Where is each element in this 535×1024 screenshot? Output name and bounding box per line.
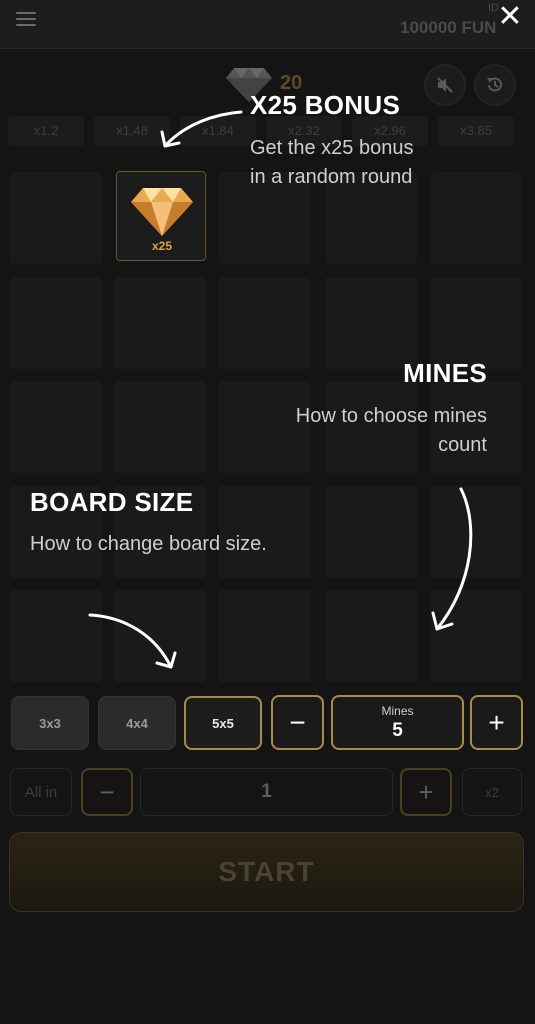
mines-label: Mines: [381, 703, 414, 718]
start-button[interactable]: START: [9, 832, 524, 912]
tip-board-line1: How to change board size.: [30, 533, 267, 555]
board-cell[interactable]: [430, 172, 522, 264]
board-cell[interactable]: [114, 277, 206, 369]
board-cell[interactable]: [10, 381, 102, 473]
mines-increase-button[interactable]: +: [470, 695, 523, 750]
tip-arrow-mines: [431, 487, 473, 631]
tip-arrow-board: [88, 613, 177, 669]
board-size-4x4-button[interactable]: 4x4: [98, 696, 176, 750]
bet-amount-input[interactable]: 1: [140, 768, 393, 816]
sound-toggle-button[interactable]: [424, 64, 466, 106]
history-button[interactable]: [474, 64, 516, 106]
history-icon: [487, 77, 502, 92]
tip-bonus-title: X25 BONUS: [250, 90, 401, 120]
board-cell[interactable]: [325, 277, 417, 369]
all-in-button[interactable]: All in: [10, 768, 72, 816]
board-cell[interactable]: [430, 277, 522, 369]
tip-bonus-line1: Get the x25 bonus: [250, 137, 414, 159]
tip-mines-line2: count: [438, 434, 487, 456]
tip-mines-line1: How to choose mines: [295, 405, 487, 427]
board-size-5x5-button[interactable]: 5x5: [184, 696, 262, 750]
bonus-cell[interactable]: x25: [116, 171, 206, 261]
board-cell[interactable]: [10, 277, 102, 369]
bet-increase-button[interactable]: +: [400, 768, 452, 816]
sound-off-icon: [437, 77, 453, 93]
board-cell[interactable]: [10, 172, 102, 264]
close-icon[interactable]: ✕: [494, 1, 526, 33]
mines-value: 5: [392, 719, 403, 741]
board-size-3x3-button[interactable]: 3x3: [11, 696, 89, 750]
multiplier-chip: x1.2: [8, 116, 84, 146]
menu-icon[interactable]: [16, 12, 36, 28]
bet-double-button[interactable]: x2: [462, 768, 522, 816]
board-cell[interactable]: [219, 590, 311, 682]
tip-bonus-line2: in a random round: [250, 166, 413, 188]
board-cell[interactable]: [325, 590, 417, 682]
bet-decrease-button[interactable]: −: [81, 768, 133, 816]
board-cell[interactable]: [114, 381, 206, 473]
tip-mines-title: MINES: [403, 358, 487, 388]
tip-arrow-bonus: [160, 110, 243, 148]
board-cell[interactable]: [219, 277, 311, 369]
bonus-multiplier-label: x25: [151, 239, 173, 253]
mines-decrease-button[interactable]: −: [271, 695, 324, 750]
diamond-bonus-icon: [131, 188, 193, 236]
balance-display: 100000 FUN: [400, 18, 497, 37]
mines-selector: Mines 5: [331, 695, 464, 750]
multiplier-chip: x3.85: [438, 116, 514, 146]
tip-board-title: BOARD SIZE: [30, 487, 194, 517]
board-cell[interactable]: [325, 486, 417, 578]
